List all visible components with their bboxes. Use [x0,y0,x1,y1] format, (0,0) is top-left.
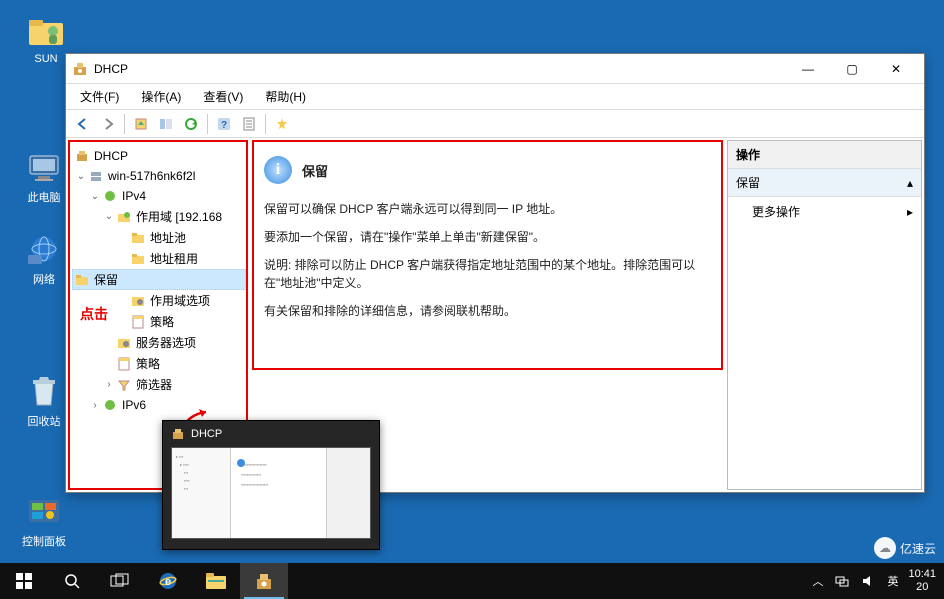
filter-icon [116,377,132,393]
watermark-logo-icon: ☁ [874,537,896,559]
help-button[interactable]: ? [213,113,235,135]
tree-leases[interactable]: 地址租用 [72,248,246,269]
tree-ipv4[interactable]: ⌄IPv4 [72,186,246,206]
forward-button[interactable] [97,113,119,135]
server-icon [88,168,104,184]
content-title: 保留 [302,161,328,180]
maximize-button[interactable]: ▢ [830,54,874,84]
menu-view[interactable]: 查看(V) [199,86,247,107]
toolbar: ? [66,110,924,138]
taskbar-ie[interactable]: e [144,563,192,599]
folder-icon [28,14,64,50]
folder-icon [130,251,146,267]
taskbar-dhcp[interactable] [240,563,288,599]
options-icon [130,293,146,309]
tray-clock[interactable]: 10:41 20 [908,568,936,594]
menu-help[interactable]: 帮助(H) [261,86,310,107]
policy-icon [116,356,132,372]
window-title: DHCP [94,62,128,76]
annotation-click: 点击 [80,304,108,324]
menu-file[interactable]: 文件(F) [76,86,123,107]
collapse-icon[interactable]: ⌄ [88,191,102,202]
show-hide-button[interactable] [155,113,177,135]
properties-button[interactable] [238,113,260,135]
tray-network-icon[interactable] [833,574,851,588]
back-button[interactable] [72,113,94,135]
content-paragraph: 要添加一个保留，请在"操作"菜单上单击"新建保留"。 [264,228,707,246]
taskbar-explorer[interactable] [192,563,240,599]
pc-icon [26,150,62,186]
dhcp-icon [74,148,90,164]
chevron-right-icon: ▸ [907,205,913,219]
preview-thumbnail: ▸ ▪▪▪ ▸ ▪▪▪▪ ▪▪▪ ▪▪▪▪ ▪▪▪ ▪▪▪▪▪▪▪▪▪▪▪▪▪▪… [171,447,371,539]
ipv4-icon [102,188,118,204]
svg-text:?: ? [221,120,227,131]
collapse-icon: ▴ [907,176,913,190]
ipv6-icon [102,397,118,413]
up-button[interactable] [130,113,152,135]
tree-server-options[interactable]: 服务器选项 [72,332,246,353]
svg-text:e: e [165,576,171,588]
tree-server-policies[interactable]: 策略 [72,353,246,374]
tree-scope[interactable]: ⌄作用域 [192.168 [72,206,246,227]
tray-ime[interactable]: 英 [885,573,900,589]
menubar: 文件(F) 操作(A) 查看(V) 帮助(H) [66,84,924,110]
search-button[interactable] [48,563,96,599]
content-box: i 保留 保留可以确保 DHCP 客户端永远可以得到同一 IP 地址。 要添加一… [252,140,723,370]
tree-root-dhcp[interactable]: DHCP [72,146,246,166]
actions-subsection[interactable]: 保留▴ [728,169,921,197]
content-paragraph: 说明: 排除可以防止 DHCP 客户端获得指定地址范围中的某个地址。排除范围可以… [264,256,707,292]
tray-date: 20 [908,581,936,594]
expand-icon[interactable]: › [88,400,102,411]
options-icon [116,335,132,351]
tree-address-pool[interactable]: 地址池 [72,227,246,248]
actions-header: 操作 [728,141,921,169]
dhcp-app-icon [72,61,88,77]
actions-panel: 操作 保留▴ 更多操作▸ [727,140,922,490]
tray-chevron-icon[interactable]: ︿ [810,573,825,589]
content-paragraph: 有关保留和排除的详细信息，请参阅联机帮助。 [264,302,707,320]
minimize-button[interactable]: — [786,54,830,84]
taskview-button[interactable] [96,563,144,599]
scope-icon [116,209,132,225]
watermark-text: 亿速云 [900,540,936,557]
folder-icon [74,272,90,288]
tree-filters[interactable]: ›筛选器 [72,374,246,395]
info-icon: i [264,156,292,184]
content-paragraph: 保留可以确保 DHCP 客户端永远可以得到同一 IP 地址。 [264,200,707,218]
desktop-icon-label: 控制面板 [14,533,74,549]
controlpanel-icon [26,494,62,530]
taskbar: e ︿ 英 10:41 20 [0,563,944,599]
folder-icon [130,230,146,246]
menu-action[interactable]: 操作(A) [137,86,185,107]
titlebar[interactable]: DHCP — ▢ ✕ [66,54,924,84]
refresh-button[interactable] [180,113,202,135]
tree-ipv6[interactable]: ›IPv6 [72,395,246,415]
watermark: ☁ 亿速云 [874,537,936,559]
new-button[interactable] [271,113,293,135]
collapse-icon[interactable]: ⌄ [74,171,88,182]
network-icon [26,232,62,268]
collapse-icon[interactable]: ⌄ [102,211,116,222]
preview-title: DHCP [163,421,379,447]
taskbar-preview[interactable]: DHCP ▸ ▪▪▪ ▸ ▪▪▪▪ ▪▪▪ ▪▪▪▪ ▪▪▪ ▪▪▪▪▪▪▪▪▪… [162,420,380,550]
system-tray: ︿ 英 10:41 20 [810,568,944,594]
recyclebin-icon [26,374,62,410]
tree-server[interactable]: ⌄win-517h6nk6f2l [72,166,246,186]
expand-icon[interactable]: › [102,379,116,390]
policy-icon [130,314,146,330]
dhcp-app-icon [171,427,185,441]
tree-reservations[interactable]: 保留 [72,269,246,290]
start-button[interactable] [0,563,48,599]
desktop-icon-controlpanel[interactable]: 控制面板 [14,494,74,549]
close-button[interactable]: ✕ [874,54,918,84]
tray-time: 10:41 [908,568,936,581]
tray-volume-icon[interactable] [859,574,877,588]
actions-more[interactable]: 更多操作▸ [728,197,921,226]
